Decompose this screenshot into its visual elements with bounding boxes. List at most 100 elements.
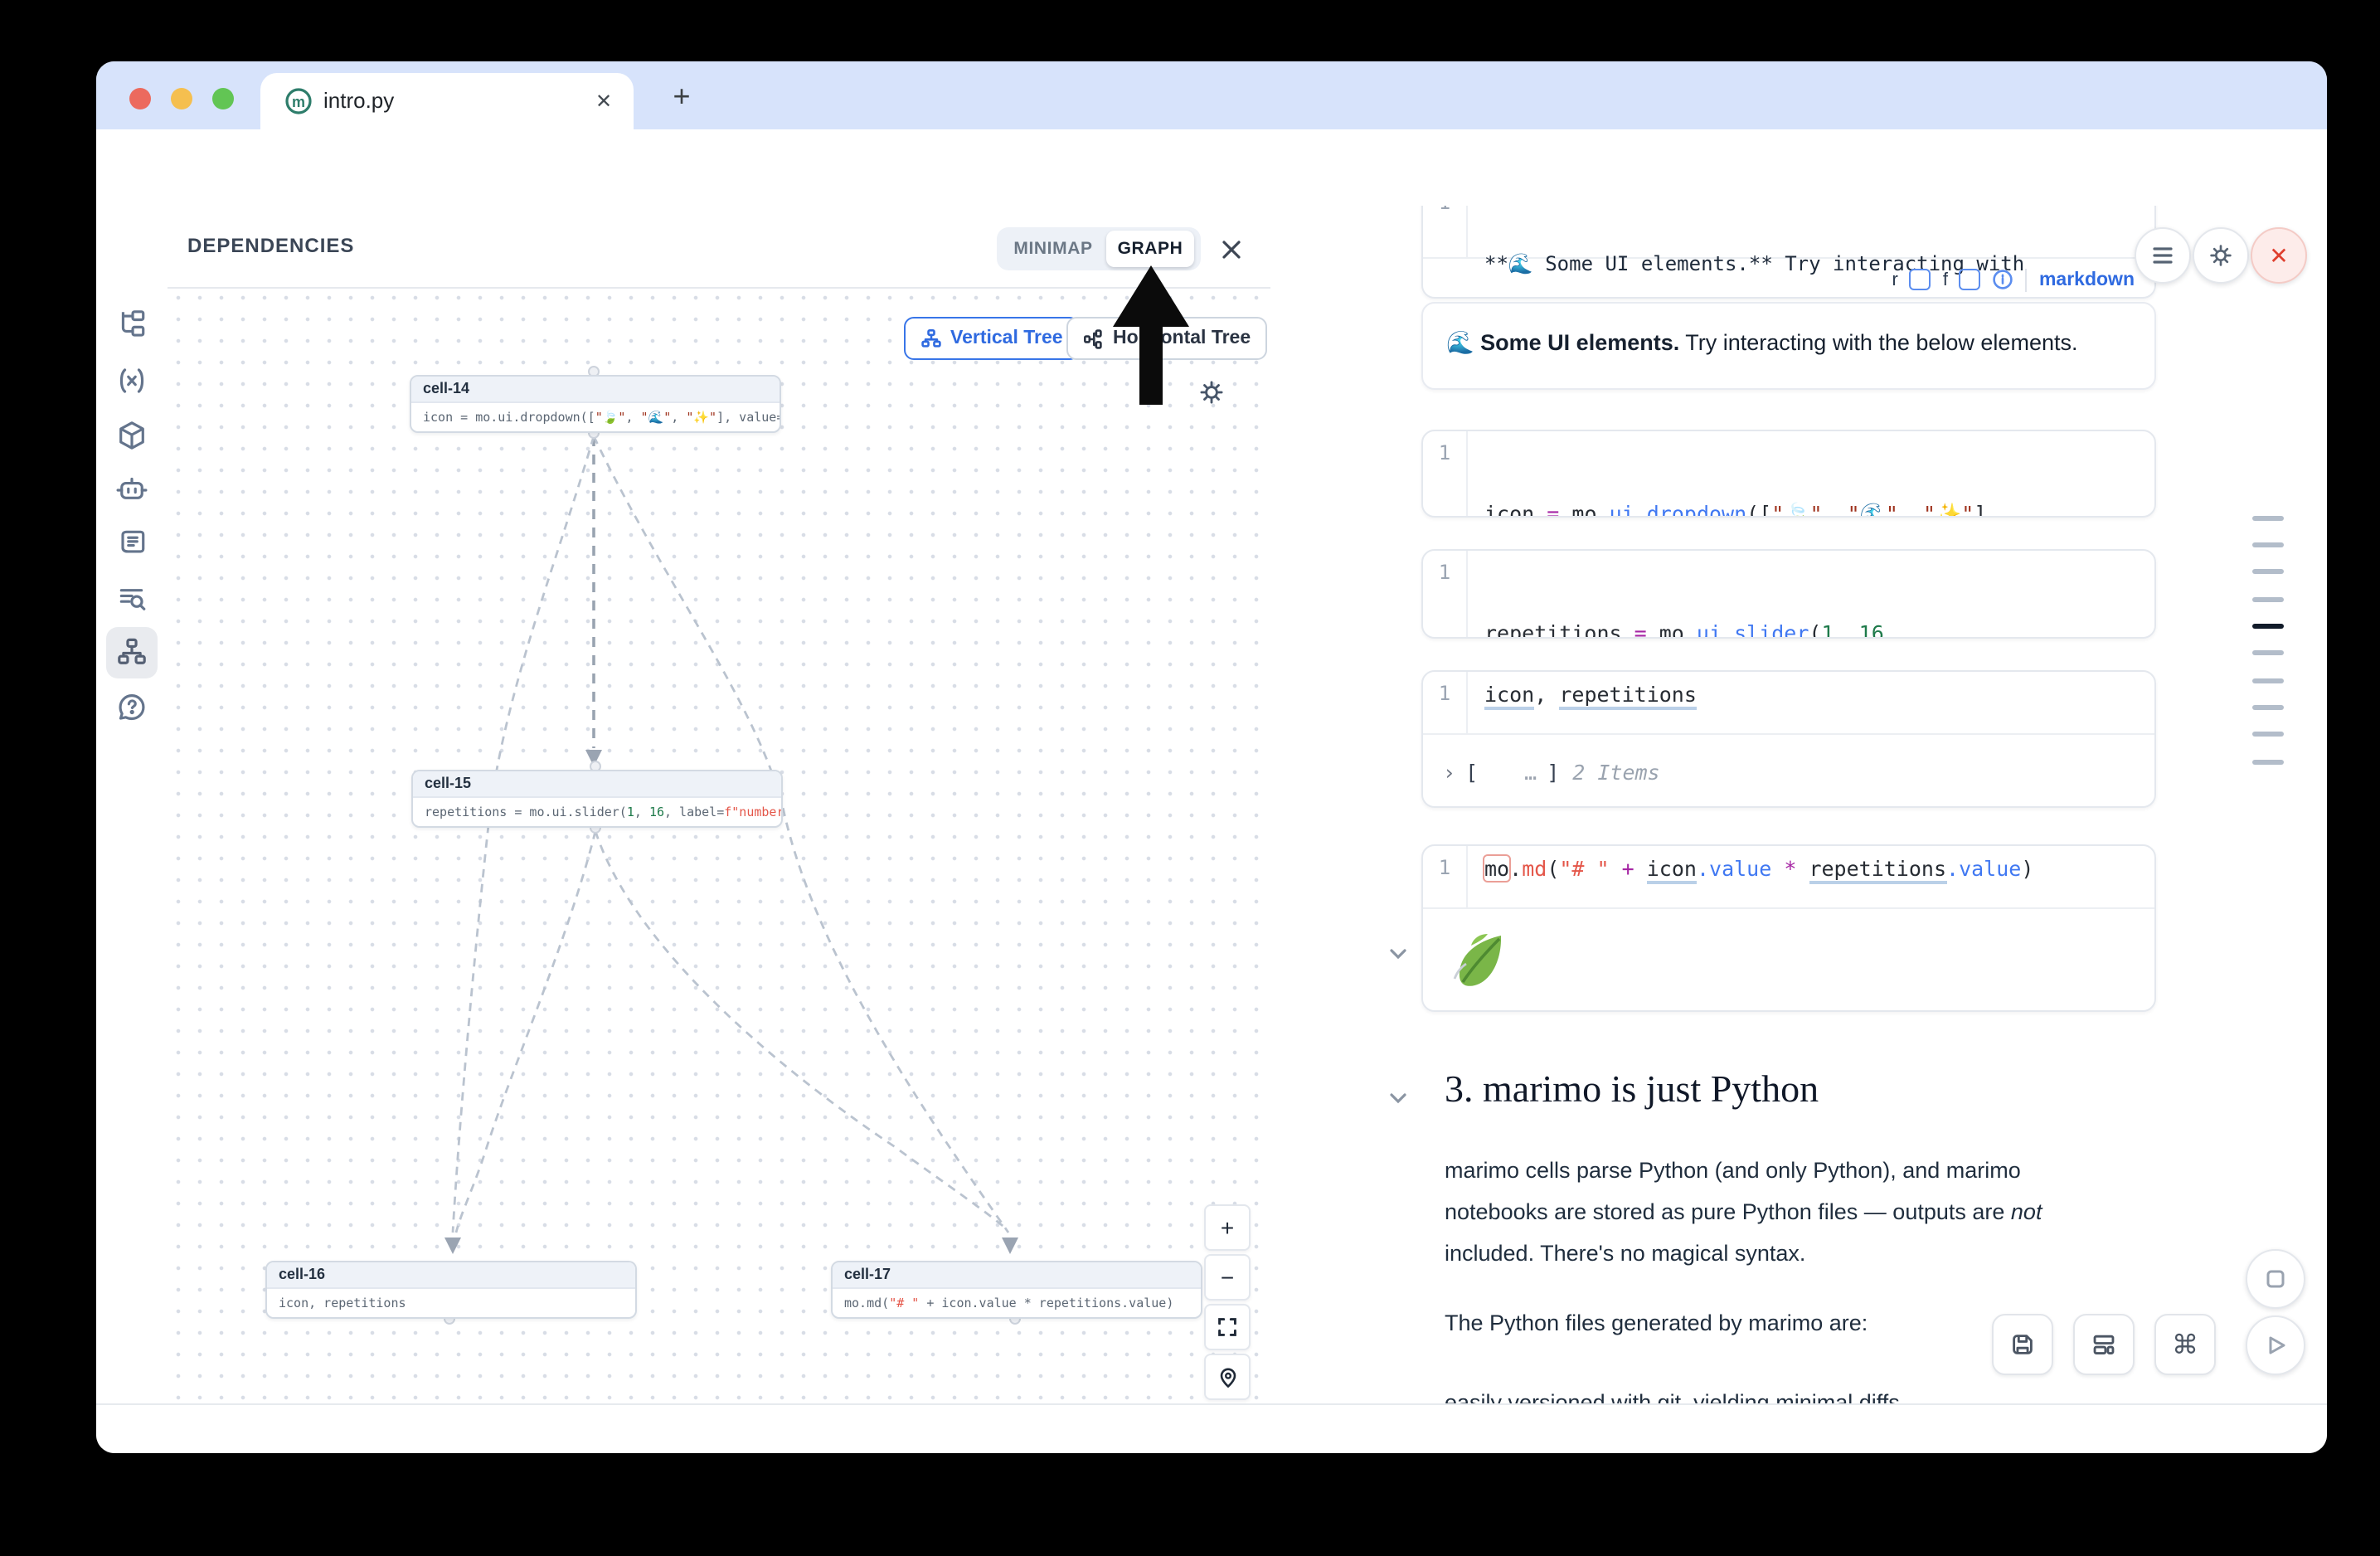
cell-menu-button[interactable] (2135, 227, 2191, 284)
close-icon: ✕ (2269, 241, 2288, 270)
run-button[interactable] (2246, 1315, 2305, 1375)
zoom-in-button[interactable]: + (1204, 1204, 1251, 1251)
gear-icon (2208, 242, 2234, 269)
markdown-output: 🌊 Some UI elements. Try interacting with… (1421, 302, 2156, 390)
node-code: icon, repetitions (267, 1289, 635, 1317)
browser-tab[interactable]: m intro.py ✕ (260, 73, 634, 129)
location-pin-icon (1217, 1366, 1238, 1388)
graph-canvas[interactable]: cell-14 icon = mo.ui.dropdown(["🍃", "🌊",… (168, 287, 1270, 1403)
panel-title: DEPENDENCIES (187, 206, 354, 287)
svg-text:m: m (292, 94, 305, 110)
paragraph-italic: not (2011, 1199, 2042, 1224)
code-cell-slider[interactable]: 1 repetitions = mo.ui.slider(1, 16, labe… (1421, 549, 2156, 639)
minimap-marker[interactable] (2252, 760, 2284, 765)
stop-button[interactable] (2246, 1249, 2305, 1309)
minimap-marker[interactable] (2252, 732, 2284, 737)
section-collapse-chevron-icon[interactable] (1387, 1087, 1410, 1110)
minimap-marker[interactable] (2252, 678, 2284, 683)
zoom-controls: + − (1204, 1204, 1251, 1403)
save-button[interactable] (1992, 1314, 2053, 1375)
interrupt-button[interactable]: ✕ (2251, 227, 2307, 284)
minimap-marker[interactable] (2252, 542, 2284, 547)
markdown-editor-cell[interactable]: 1 **🌊 Some UI elements.** Try interactin… (1421, 206, 2156, 299)
dependencies-panel: DEPENDENCIES MINIMAP GRAPH (168, 206, 1272, 1403)
traffic-close-button[interactable] (129, 88, 151, 109)
paragraph-line: included. There's no magical syntax. (1445, 1241, 1805, 1266)
line-number: 1 (1423, 551, 1468, 637)
code-cell-expression[interactable]: 1 icon, repetitions › [ … ] 2 Items (1421, 670, 2156, 808)
help-icon[interactable] (116, 692, 148, 723)
traffic-minimize-button[interactable] (171, 88, 192, 109)
minimap-marker-active[interactable] (2252, 624, 2284, 629)
line-number: 1 (1423, 431, 1468, 516)
play-icon (2264, 1334, 2287, 1357)
hamburger-icon (2151, 246, 2174, 265)
node-title: cell-14 (411, 377, 780, 403)
graph-node-cell-17[interactable]: cell-17 mo.md("# " + icon.value * repeti… (831, 1261, 1202, 1319)
traffic-zoom-button[interactable] (212, 88, 234, 109)
browser-window: m intro.py ✕ + localhost:2718 (96, 61, 2327, 1453)
ai-assistant-icon[interactable] (116, 474, 148, 506)
logs-search-icon[interactable] (116, 582, 148, 614)
dependencies-icon[interactable] (116, 637, 148, 669)
file-explorer-icon[interactable] (116, 309, 148, 340)
language-label[interactable]: markdown (2039, 270, 2135, 289)
graph-node-cell-14[interactable]: cell-14 icon = mo.ui.dropdown(["🍃", "🌊",… (410, 375, 781, 433)
code-line: icon, repetitions (1484, 680, 1697, 710)
cell-collapse-chevron-icon[interactable] (1387, 942, 1410, 965)
snippets-icon[interactable] (116, 528, 148, 559)
checkbox-r[interactable] (1910, 269, 1931, 290)
minimap-marker[interactable] (2252, 597, 2284, 602)
fit-view-button[interactable] (1204, 1304, 1251, 1350)
shortcut-r-label: r (1892, 270, 1898, 289)
code-cell-momd[interactable]: 1 mo.md("# " + icon.value * repetitions.… (1421, 844, 2156, 1012)
node-code: mo.md("# " + icon.value * repetitions.va… (833, 1289, 1201, 1317)
node-title: cell-17 (833, 1262, 1201, 1289)
layout-button[interactable] (2073, 1314, 2135, 1375)
vertical-tree-button[interactable]: Vertical Tree (904, 317, 1080, 360)
paragraph-text: notebooks are stored as pure Python file… (1445, 1199, 2011, 1224)
minimap-marker[interactable] (2252, 705, 2284, 710)
section-heading: 3. marimo is just Python (1445, 1068, 1819, 1111)
app-content: DEPENDENCIES MINIMAP GRAPH (96, 206, 2327, 1403)
keyboard-shortcuts-button[interactable]: ⌘ (2154, 1314, 2216, 1375)
paragraph-line: The Python files generated by marimo are… (1445, 1310, 1868, 1335)
screenshot-stage: m intro.py ✕ + localhost:2718 (0, 0, 2380, 1556)
code-cell-dropdown[interactable]: 1 icon = mo.ui.dropdown(["🍃", "🌊", "✨"],… (1421, 430, 2156, 518)
command-key-icon: ⌘ (2172, 1329, 2198, 1360)
tab-strip: m intro.py ✕ + (96, 61, 2327, 129)
vertical-tree-label: Vertical Tree (950, 328, 1063, 348)
left-sidebar (96, 206, 169, 1403)
line-number: 1 (1423, 846, 1468, 907)
zoom-out-button[interactable]: − (1204, 1254, 1251, 1301)
paragraph-line: notebooks are stored as pure Python file… (1445, 1199, 2042, 1224)
packages-icon[interactable] (116, 420, 148, 451)
checkbox-f[interactable] (1960, 269, 1981, 290)
locate-button[interactable] (1204, 1354, 1251, 1400)
shortcut-f-label: f (1943, 270, 1948, 289)
disclosure-caret[interactable]: › (1443, 760, 1455, 785)
line-number: 1 (1423, 672, 1468, 733)
minimap-marker[interactable] (2252, 650, 2284, 655)
graph-node-cell-15[interactable]: cell-15 repetitions = mo.ui.slider(1, 16… (411, 770, 783, 828)
node-code: icon = mo.ui.dropdown(["🍃", "🌊", "✨"], v… (411, 403, 780, 431)
node-code: repetitions = mo.ui.slider(1, 16, label=… (413, 798, 781, 826)
variables-icon[interactable] (116, 365, 148, 396)
tab-close-icon[interactable]: ✕ (590, 88, 617, 114)
vertical-tree-icon (920, 328, 942, 349)
minimap-marker[interactable] (2252, 569, 2284, 574)
cell-info-icon[interactable] (1993, 269, 2014, 290)
fullscreen-icon (1217, 1317, 1237, 1337)
bracket-open: [ (1465, 760, 1478, 785)
new-tab-button[interactable]: + (663, 78, 700, 114)
graph-node-cell-16[interactable]: cell-16 icon, repetitions (265, 1261, 637, 1319)
layout-icon (2090, 1330, 2118, 1359)
stop-icon (2264, 1267, 2287, 1291)
minimap-marker[interactable] (2252, 516, 2284, 521)
code-line: mo.md("# " + icon.value * repetitions.va… (1484, 854, 2033, 884)
graph-edges (168, 287, 1270, 1403)
node-title: cell-15 (413, 771, 781, 798)
wave-emoji: 🌊 (1446, 330, 1474, 355)
bracket-close: ] (1547, 760, 1559, 785)
notebook-settings-button[interactable] (2193, 227, 2249, 284)
